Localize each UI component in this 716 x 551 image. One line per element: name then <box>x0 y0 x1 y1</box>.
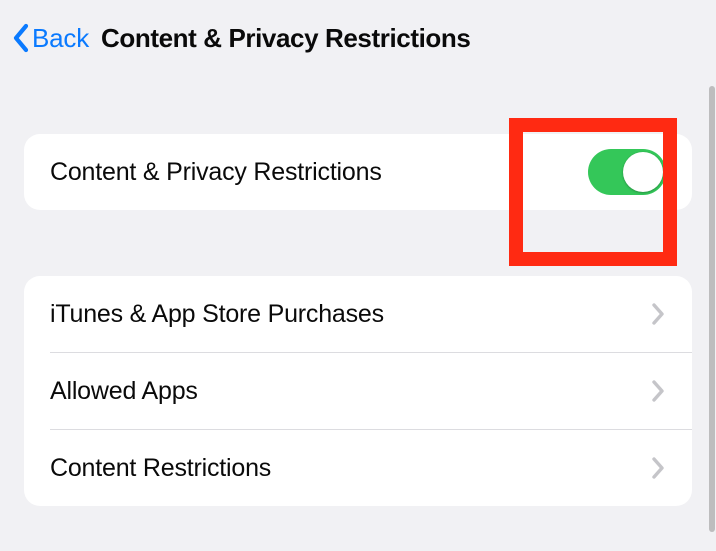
toggle-knob <box>623 152 663 192</box>
spacer <box>0 210 716 276</box>
option-label: iTunes & App Store Purchases <box>50 300 384 329</box>
toggle-group: Content & Privacy Restrictions <box>24 134 692 210</box>
chevron-right-icon <box>650 301 666 327</box>
spacer <box>0 62 716 134</box>
chevron-right-icon <box>650 455 666 481</box>
back-button[interactable]: Back <box>10 22 89 54</box>
option-label: Content Restrictions <box>50 454 271 483</box>
content-privacy-toggle[interactable] <box>588 149 666 195</box>
chevron-right-icon <box>650 378 666 404</box>
content-privacy-toggle-row: Content & Privacy Restrictions <box>24 134 692 210</box>
toggle-row-label: Content & Privacy Restrictions <box>50 158 382 187</box>
chevron-left-icon <box>10 22 32 54</box>
nav-bar: Back Content & Privacy Restrictions <box>0 0 716 62</box>
back-label: Back <box>32 23 89 54</box>
option-label: Allowed Apps <box>50 377 198 406</box>
content-restrictions-row[interactable]: Content Restrictions <box>24 430 692 506</box>
options-group: iTunes & App Store Purchases Allowed App… <box>24 276 692 506</box>
itunes-app-store-purchases-row[interactable]: iTunes & App Store Purchases <box>24 276 692 352</box>
page-title: Content & Privacy Restrictions <box>101 23 470 54</box>
allowed-apps-row[interactable]: Allowed Apps <box>24 353 692 429</box>
scroll-indicator[interactable] <box>709 86 715 532</box>
